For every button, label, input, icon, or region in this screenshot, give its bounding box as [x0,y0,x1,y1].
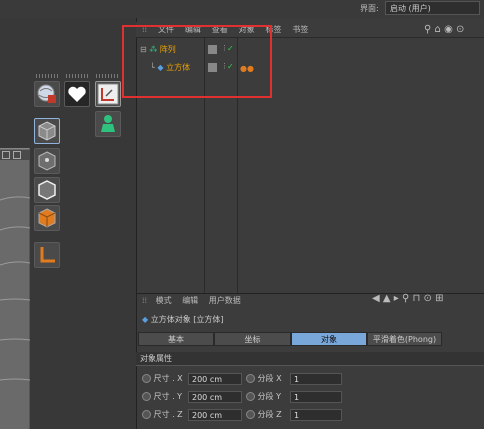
add-icon[interactable]: ⊞ [435,293,443,304]
object-title: 立方体对象 [立方体] [150,315,224,324]
grip-icon[interactable]: ⁞⁞ [142,296,147,305]
size-y-row: 尺寸 . Y [142,391,182,402]
cube-edges-icon [38,180,56,200]
coordinate-system-button[interactable] [95,81,121,107]
viewport-icon[interactable] [2,151,10,159]
tab-phong[interactable]: 平滑着色(Phong) [367,332,442,346]
toolbar-grip[interactable] [36,74,60,78]
segments-x-row: 分段 X [246,373,282,384]
viewport-header [0,150,30,160]
size-z-field[interactable]: 200 cm [188,409,242,421]
attribute-toolbar: ◀ ▲ ▸ ⚲ ⊓ ⊙ ⊞ [372,293,443,304]
tab-object[interactable]: 对象 [291,332,367,346]
segments-z-label: 分段 Z [257,410,282,419]
menu-user-data[interactable]: 用户数据 [209,296,241,305]
home-icon[interactable]: ⌂ [435,24,441,35]
section-header: 对象属性 [136,352,484,366]
axis-l-icon [40,247,55,263]
segments-x-field[interactable]: 1 [290,373,342,385]
lock-icon[interactable]: ⊓ [413,293,421,304]
model-mode-button[interactable] [34,118,60,144]
viewport-icon[interactable] [13,151,21,159]
heart-icon [68,86,86,102]
favorite-button[interactable] [64,81,90,107]
object-mode-button[interactable] [95,111,121,137]
size-z-row: 尺寸 . Z [142,409,183,420]
toolbar-grip[interactable] [66,74,90,78]
size-x-field[interactable]: 200 cm [188,373,242,385]
animate-radio[interactable] [246,410,255,419]
attribute-title: ◆ 立方体对象 [立方体] [142,314,224,325]
search-icon[interactable]: ⚲ [424,24,431,35]
menu-mode[interactable]: 模式 [156,296,172,305]
interface-select[interactable]: 启动 (用户) [385,1,480,15]
eye-icon[interactable]: ◉ [444,24,453,35]
size-y-field[interactable]: 200 cm [188,391,242,403]
highlight-box [122,25,272,98]
object-manager-toolbar: ⚲ ⌂ ◉ ⊙ [424,24,464,35]
toolbar-grip[interactable] [96,74,120,78]
viewport-grid [0,196,30,381]
settings-icon[interactable]: ⊙ [424,293,432,304]
axis-icon [97,83,119,105]
cube-polygons-icon [38,208,56,228]
size-z-label: 尺寸 . Z [153,410,183,419]
menu-edit[interactable]: 编辑 [182,296,198,305]
segments-z-row: 分段 Z [246,409,282,420]
menu-bookmarks[interactable]: 书签 [292,22,308,38]
polygons-mode-button[interactable] [34,205,60,231]
person-icon [101,115,115,132]
cube-points-icon [38,151,56,171]
interface-label: 界面: [360,4,379,13]
segments-y-label: 分段 Y [257,392,281,401]
render-settings-button[interactable] [34,81,60,107]
points-mode-button[interactable] [34,148,60,174]
axis-mode-button[interactable] [34,242,60,268]
segments-y-field[interactable]: 1 [290,391,342,403]
segments-z-field[interactable]: 1 [290,409,342,421]
animate-radio[interactable] [142,374,151,383]
size-y-label: 尺寸 . Y [153,392,183,401]
search-icon[interactable]: ⚲ [402,293,409,304]
cube-icon: ◆ [142,315,149,324]
settings-icon[interactable]: ⊙ [456,24,464,35]
back-arrow-icon[interactable]: ◀ [372,293,380,304]
tab-coordinates[interactable]: 坐标 [214,332,291,346]
segments-x-label: 分段 X [257,374,282,383]
edges-mode-button[interactable] [34,177,60,203]
animate-radio[interactable] [142,392,151,401]
animate-radio[interactable] [246,374,255,383]
size-x-row: 尺寸 . X [142,373,183,384]
attribute-menu: ⁞⁞ 模式 编辑 用户数据 [142,295,241,306]
animate-radio[interactable] [142,410,151,419]
animate-radio[interactable] [246,392,255,401]
forward-arrow-icon[interactable]: ▸ [394,293,399,304]
globe-icon [37,84,56,103]
up-arrow-icon[interactable]: ▲ [383,293,391,304]
cube-icon [38,121,56,141]
segments-y-row: 分段 Y [246,391,281,402]
tab-basic[interactable]: 基本 [138,332,214,346]
size-x-label: 尺寸 . X [153,374,183,383]
